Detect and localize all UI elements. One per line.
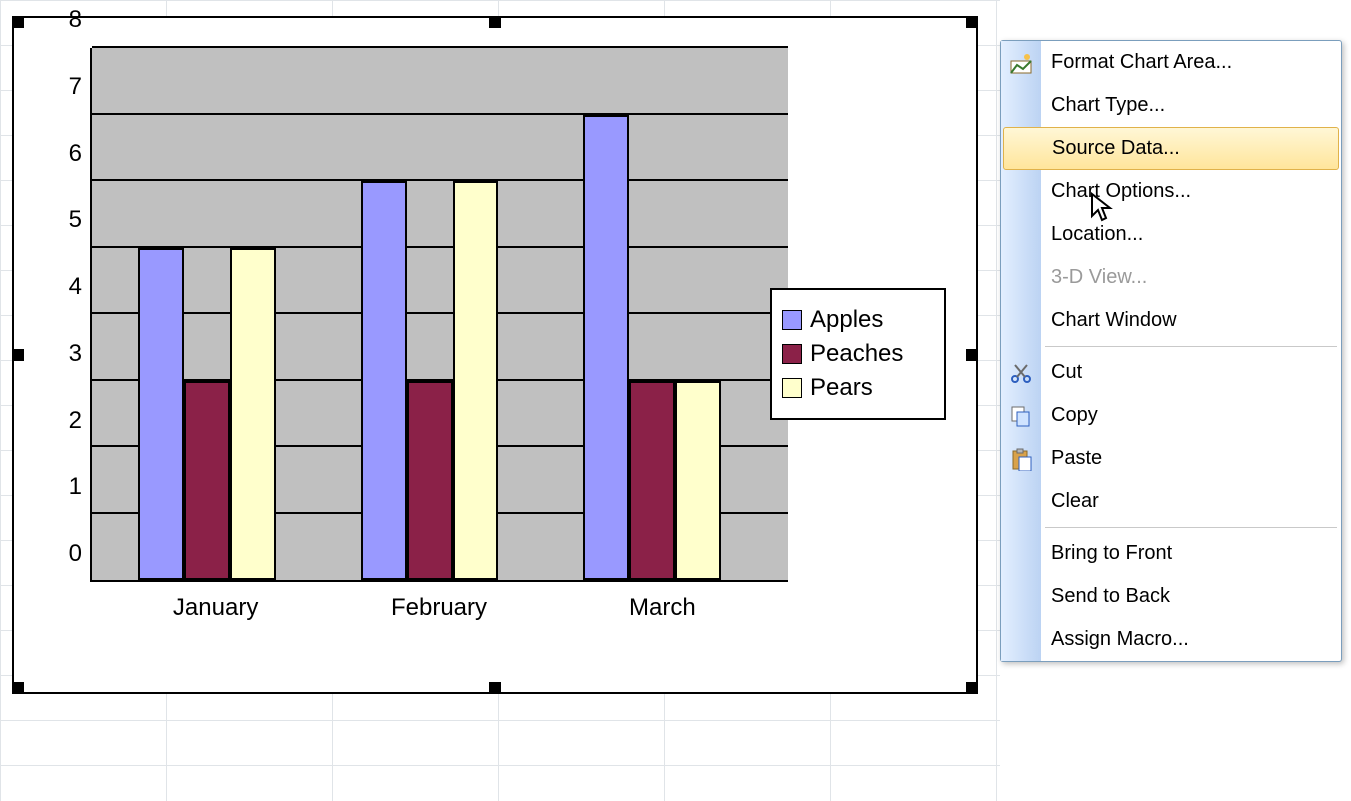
menu-item-label: Source Data... (1052, 137, 1180, 159)
menu-item-assign-macro[interactable]: Assign Macro... (1001, 618, 1341, 661)
menu-item-chart-window[interactable]: Chart Window (1001, 299, 1341, 342)
menu-item-label: Bring to Front (1051, 542, 1172, 564)
legend-swatch-icon (782, 310, 802, 330)
menu-item-cut[interactable]: Cut (1001, 351, 1341, 394)
y-tick-label: 8 (69, 6, 82, 34)
y-tick-label: 0 (69, 540, 82, 568)
menu-item-label: Chart Options... (1051, 180, 1191, 202)
legend[interactable]: Apples Peaches Pears (770, 288, 946, 420)
category-group (336, 48, 545, 580)
bar-peaches[interactable] (629, 381, 675, 581)
menu-item-label: Chart Window (1051, 309, 1177, 331)
menu-item-location[interactable]: Location... (1001, 213, 1341, 256)
menu-item-label: Assign Macro... (1051, 628, 1189, 650)
menu-item-chart-options[interactable]: Chart Options... (1001, 170, 1341, 213)
resize-handle-mr[interactable] (966, 349, 978, 361)
x-tick-label: February (391, 594, 487, 622)
menu-item-clear[interactable]: Clear (1001, 480, 1341, 523)
menu-item-3d-view: 3-D View... (1001, 256, 1341, 299)
menu-item-send-to-back[interactable]: Send to Back (1001, 575, 1341, 618)
legend-swatch-icon (782, 344, 802, 364)
resize-handle-ml[interactable] (12, 349, 24, 361)
resize-handle-bl[interactable] (12, 682, 24, 694)
category-group (113, 48, 322, 580)
menu-item-label: Paste (1051, 447, 1102, 469)
y-tick-label: 6 (69, 140, 82, 168)
menu-item-label: 3-D View... (1051, 266, 1147, 288)
menu-item-bring-to-front[interactable]: Bring to Front (1001, 532, 1341, 575)
menu-item-chart-type[interactable]: Chart Type... (1001, 84, 1341, 127)
legend-label: Apples (810, 306, 883, 334)
y-tick-label: 5 (69, 206, 82, 234)
resize-handle-tm[interactable] (489, 16, 501, 28)
menu-item-label: Send to Back (1051, 585, 1170, 607)
bar-apples[interactable] (361, 181, 407, 580)
menu-item-source-data[interactable]: Source Data... (1003, 127, 1339, 170)
resize-handle-bm[interactable] (489, 682, 501, 694)
cut-icon (1009, 361, 1033, 385)
y-tick-label: 1 (69, 473, 82, 501)
copy-icon (1009, 404, 1033, 428)
bar-peaches[interactable] (407, 381, 453, 581)
legend-item[interactable]: Pears (782, 374, 934, 402)
format-chart-area-icon (1009, 51, 1033, 75)
legend-swatch-icon (782, 378, 802, 398)
legend-label: Peaches (810, 340, 903, 368)
bar-peaches[interactable] (184, 381, 230, 581)
x-axis: January February March (90, 588, 788, 632)
menu-item-copy[interactable]: Copy (1001, 394, 1341, 437)
y-tick-label: 2 (69, 407, 82, 435)
y-axis: 0 1 2 3 4 5 6 7 8 (42, 48, 90, 582)
y-tick-label: 4 (69, 273, 82, 301)
legend-label: Pears (810, 374, 873, 402)
bar-pears[interactable] (453, 181, 499, 580)
menu-item-label: Location... (1051, 223, 1143, 245)
chart-area[interactable]: 0 1 2 3 4 5 6 7 8 (12, 16, 978, 694)
resize-handle-tl[interactable] (12, 16, 24, 28)
paste-icon (1009, 447, 1033, 471)
bar-pears[interactable] (230, 248, 276, 581)
x-tick-label: January (173, 594, 258, 622)
y-tick-label: 3 (69, 340, 82, 368)
menu-item-label: Format Chart Area... (1051, 51, 1232, 73)
menu-item-label: Cut (1051, 361, 1082, 383)
menu-item-label: Clear (1051, 490, 1099, 512)
bar-apples[interactable] (583, 115, 629, 581)
legend-item[interactable]: Apples (782, 306, 934, 334)
bar-apples[interactable] (138, 248, 184, 581)
menu-item-format-chart-area[interactable]: Format Chart Area... (1001, 41, 1341, 84)
menu-separator (1045, 346, 1337, 347)
bar-pears[interactable] (675, 381, 721, 581)
y-tick-label: 7 (69, 73, 82, 101)
menu-separator (1045, 527, 1337, 528)
resize-handle-tr[interactable] (966, 16, 978, 28)
context-menu: Format Chart Area... Chart Type... Sourc… (1000, 40, 1342, 662)
menu-item-paste[interactable]: Paste (1001, 437, 1341, 480)
menu-item-label: Chart Type... (1051, 94, 1165, 116)
plot-area[interactable] (90, 48, 788, 582)
x-tick-label: March (629, 594, 696, 622)
legend-item[interactable]: Peaches (782, 340, 934, 368)
category-group (558, 48, 767, 580)
menu-item-label: Copy (1051, 404, 1098, 426)
resize-handle-br[interactable] (966, 682, 978, 694)
